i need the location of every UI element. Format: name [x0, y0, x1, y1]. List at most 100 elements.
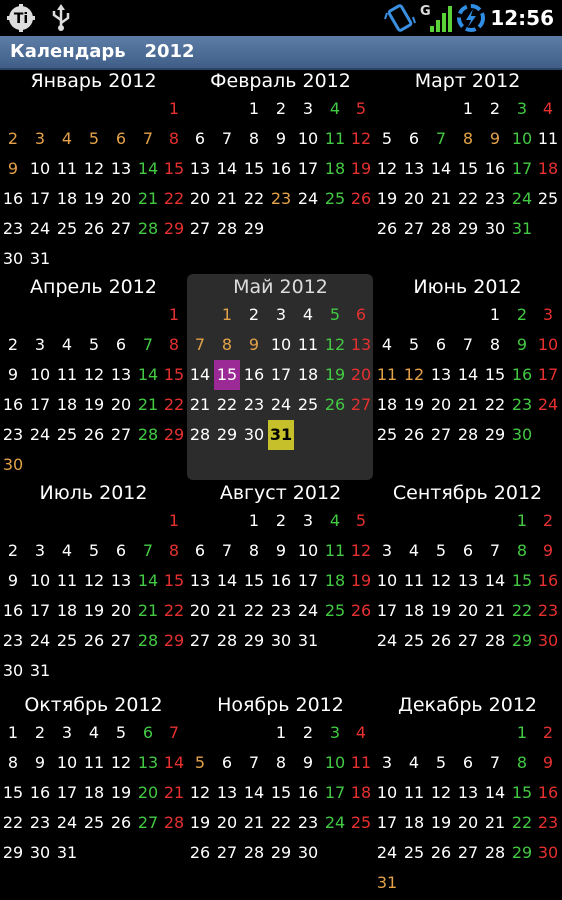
day-cell[interactable]: 14: [135, 154, 161, 184]
day-cell[interactable]: 13: [187, 154, 213, 184]
day-cell[interactable]: 3: [268, 300, 294, 330]
day-cell[interactable]: 8: [161, 330, 187, 360]
day-cell[interactable]: 7: [135, 124, 161, 154]
day-cell[interactable]: 22: [455, 184, 481, 214]
day-cell[interactable]: 19: [428, 808, 454, 838]
day-cell[interactable]: 9: [27, 748, 53, 778]
day-cell[interactable]: 15: [509, 566, 535, 596]
day-cell[interactable]: 14: [482, 566, 508, 596]
day-cell[interactable]: 4: [401, 748, 427, 778]
day-cell[interactable]: 22: [241, 184, 267, 214]
day-cell[interactable]: 19: [401, 390, 427, 420]
day-cell[interactable]: 29: [161, 626, 187, 656]
day-cell[interactable]: 4: [535, 94, 561, 124]
day-cell[interactable]: 3: [295, 506, 321, 536]
day-cell[interactable]: 5: [374, 124, 400, 154]
day-cell[interactable]: 15: [161, 566, 187, 596]
day-cell[interactable]: 14: [455, 360, 481, 390]
day-cell[interactable]: 11: [54, 360, 80, 390]
day-cell[interactable]: 1: [241, 94, 267, 124]
day-cell[interactable]: 3: [27, 536, 53, 566]
day-cell[interactable]: 3: [374, 748, 400, 778]
day-cell[interactable]: 16: [295, 778, 321, 808]
day-cell[interactable]: 29: [509, 626, 535, 656]
day-cell[interactable]: 7: [428, 124, 454, 154]
day-cell[interactable]: 22: [509, 596, 535, 626]
day-cell[interactable]: 17: [27, 184, 53, 214]
day-cell[interactable]: 24: [509, 184, 535, 214]
day-cell[interactable]: 11: [401, 778, 427, 808]
day-cell[interactable]: 1: [268, 718, 294, 748]
day-cell[interactable]: 16: [0, 596, 26, 626]
day-cell[interactable]: 27: [214, 838, 240, 868]
day-cell[interactable]: 28: [428, 214, 454, 244]
day-cell[interactable]: 12: [108, 748, 134, 778]
day-cell[interactable]: 6: [214, 748, 240, 778]
month-6[interactable]: Июнь 2012 1 2 3 4 5 6 7 8 9 10 11 12 13 14 15 16 17 18 19 20…: [374, 276, 561, 482]
day-cell[interactable]: 22: [509, 808, 535, 838]
day-cell[interactable]: 1: [509, 506, 535, 536]
day-cell[interactable]: 6: [187, 536, 213, 566]
month-9[interactable]: Сентябрь 2012 1 2 3 4 5 6 7 8 9 10 11 12 13 14 15 16 17 18…: [374, 482, 561, 688]
day-cell[interactable]: 9: [0, 360, 26, 390]
day-cell[interactable]: 9: [0, 154, 26, 184]
day-cell[interactable]: 3: [27, 124, 53, 154]
day-cell[interactable]: 1: [161, 94, 187, 124]
day-cell[interactable]: 29: [455, 214, 481, 244]
day-cell[interactable]: 30: [482, 214, 508, 244]
day-cell[interactable]: 5: [187, 748, 213, 778]
day-cell[interactable]: 24: [268, 390, 294, 420]
day-cell[interactable]: 30: [0, 244, 26, 274]
day-cell[interactable]: 5: [428, 536, 454, 566]
day-cell[interactable]: 5: [348, 94, 374, 124]
day-cell[interactable]: 1: [214, 300, 240, 330]
day-cell[interactable]: 25: [401, 838, 427, 868]
day-cell[interactable]: 18: [374, 390, 400, 420]
day-cell[interactable]: 9: [535, 748, 561, 778]
day-cell[interactable]: 13: [348, 330, 374, 360]
day-cell[interactable]: 30: [509, 420, 535, 450]
day-cell[interactable]: 5: [428, 748, 454, 778]
day-cell[interactable]: 12: [81, 360, 107, 390]
day-cell[interactable]: 15: [268, 778, 294, 808]
day-cell[interactable]: 2: [509, 300, 535, 330]
day-cell[interactable]: 8: [268, 748, 294, 778]
day-cell[interactable]: 7: [455, 330, 481, 360]
day-cell[interactable]: 22: [0, 808, 26, 838]
day-cell[interactable]: 4: [54, 536, 80, 566]
month-7[interactable]: Июль 2012 1 2 3 4 5 6 7 8 9 10 11 12 13 14 15 16 17 18 19 20…: [0, 482, 187, 688]
day-cell[interactable]: 1: [161, 300, 187, 330]
day-cell[interactable]: 21: [214, 596, 240, 626]
day-cell[interactable]: 22: [241, 596, 267, 626]
day-cell[interactable]: 10: [374, 778, 400, 808]
day-cell[interactable]: 2: [27, 718, 53, 748]
day-cell[interactable]: 11: [54, 154, 80, 184]
day-cell[interactable]: 9: [482, 124, 508, 154]
day-cell[interactable]: 17: [374, 596, 400, 626]
day-cell[interactable]: 29: [214, 420, 240, 450]
day-cell[interactable]: 28: [135, 214, 161, 244]
day-cell[interactable]: 7: [161, 718, 187, 748]
day-cell[interactable]: 11: [322, 124, 348, 154]
day-cell[interactable]: 30: [268, 626, 294, 656]
day-cell[interactable]: 10: [374, 566, 400, 596]
day-cell[interactable]: 1: [0, 718, 26, 748]
day-cell[interactable]: 2: [0, 124, 26, 154]
day-cell[interactable]: 26: [187, 838, 213, 868]
day-cell[interactable]: 10: [27, 566, 53, 596]
day-cell[interactable]: 9: [509, 330, 535, 360]
day-cell[interactable]: 29: [161, 214, 187, 244]
day-cell[interactable]: 19: [348, 154, 374, 184]
day-cell[interactable]: 12: [374, 154, 400, 184]
day-cell[interactable]: 22: [161, 184, 187, 214]
day-cell[interactable]: 27: [187, 626, 213, 656]
day-cell[interactable]: 13: [455, 778, 481, 808]
day-cell[interactable]: 3: [27, 330, 53, 360]
day-cell[interactable]: 15: [214, 360, 240, 390]
day-cell[interactable]: 17: [54, 778, 80, 808]
month-11[interactable]: Ноябрь 2012 1 2 3 4 5 6 7 8 9 10 11 12 13 14 15 16 17 18 19…: [187, 694, 374, 900]
day-cell[interactable]: 25: [54, 420, 80, 450]
day-cell[interactable]: 21: [135, 184, 161, 214]
day-cell[interactable]: 19: [81, 596, 107, 626]
day-cell[interactable]: 15: [241, 566, 267, 596]
